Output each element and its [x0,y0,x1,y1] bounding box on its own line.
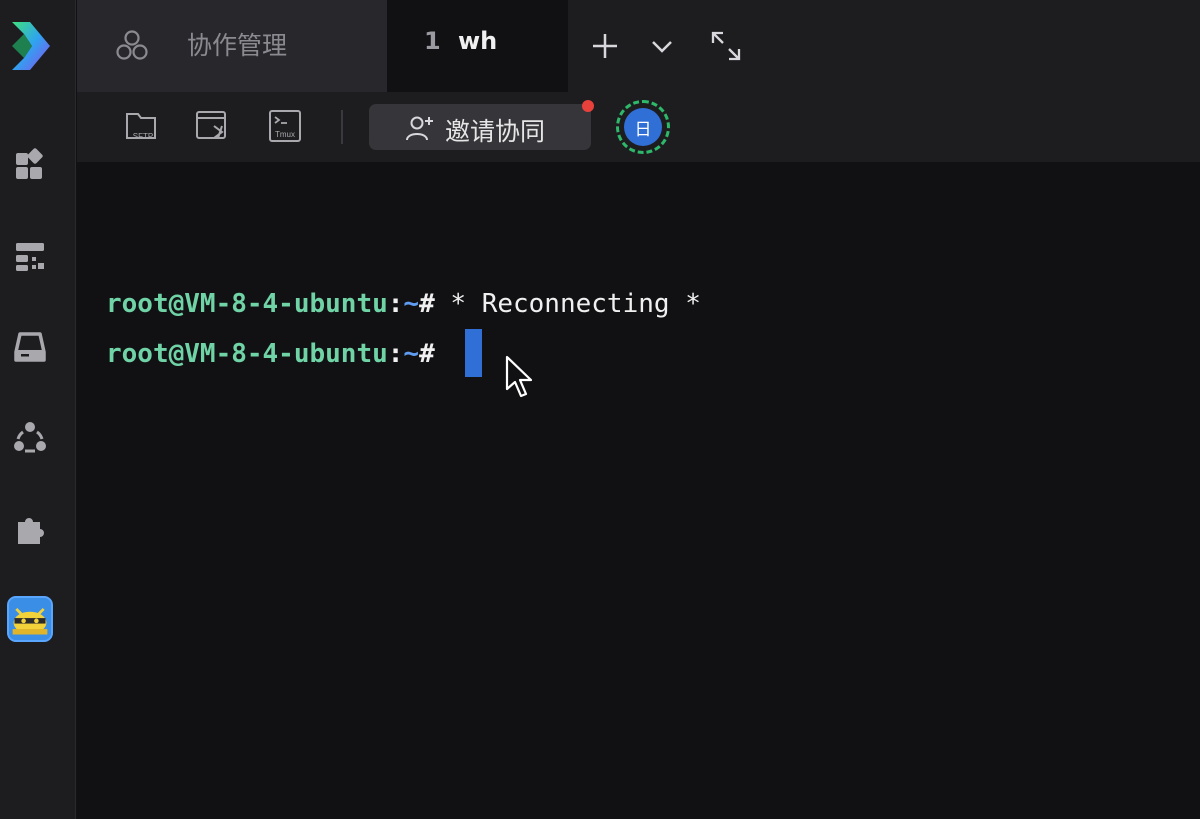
mouse-pointer-icon [505,355,533,398]
command-input [435,339,451,369]
plugin-puzzle-icon[interactable] [6,504,54,552]
tab-session-index: 1 [424,27,441,55]
fullscreen-button[interactable] [706,26,746,66]
share-network-icon[interactable] [6,413,54,461]
toolbar-divider [341,110,343,144]
tab-list-dropdown-button[interactable] [642,26,682,66]
window-code-icon [196,111,226,139]
prompt-path: ~ [403,289,420,319]
terminal-line: root@VM-8-4-ubuntu:~# [106,337,450,371]
vscode-remote-button[interactable] [190,106,234,146]
terminal-cursor [465,329,482,377]
left-sidebar [0,0,76,819]
tab-session-wh[interactable]: 1 wh [387,0,568,92]
tmux-label: Tmux [275,130,295,139]
tmux-terminal-icon: Tmux [269,110,301,142]
tab-collaboration-management[interactable]: 协作管理 [77,0,387,92]
user-profile-avatar[interactable] [7,596,53,642]
dashboard-icon[interactable] [6,141,54,189]
terminal-line: root@VM-8-4-ubuntu:~# * Reconnecting * [106,287,701,321]
add-user-icon [405,114,435,142]
prompt-symbol: # [419,289,435,319]
sftp-label: SFTP [133,132,153,141]
tmux-button[interactable]: Tmux [263,106,307,146]
tab-strip: 协作管理 1 wh [77,0,1200,92]
online-user-avatar[interactable]: 日 [616,100,670,154]
prompt-user-host: root@VM-8-4-ubuntu [106,339,388,369]
terminal-output[interactable]: root@VM-8-4-ubuntu:~# * Reconnecting * r… [77,162,1200,819]
sftp-folder-icon: SFTP [126,113,156,141]
storage-drive-icon[interactable] [6,322,54,370]
expand-arrows-icon [711,31,741,61]
add-tab-button[interactable] [585,26,625,66]
sftp-button[interactable]: SFTP [121,106,165,146]
prompt-colon: : [387,339,404,369]
collab-hexagon-icon [113,27,151,65]
prompt-symbol: # [419,339,435,369]
server-list-icon[interactable] [6,231,54,279]
prompt-user-host: root@VM-8-4-ubuntu [106,289,388,319]
session-toolbar: SFTP Tmux 邀请协同 日 [77,92,1200,162]
user-initial: 日 [624,108,662,146]
invite-collaboration-button[interactable]: 邀请协同 [369,100,594,150]
app-logo-icon[interactable] [8,18,52,74]
invite-label: 邀请协同 [445,117,546,146]
plus-icon [593,34,617,58]
notification-dot [582,100,594,112]
command-output: * Reconnecting * [434,289,701,319]
prompt-colon: : [387,289,404,319]
tab-collaboration-label: 协作管理 [187,31,288,60]
chevron-down-icon [652,41,672,53]
prompt-path: ~ [403,339,420,369]
tab-session-name: wh [458,27,498,55]
